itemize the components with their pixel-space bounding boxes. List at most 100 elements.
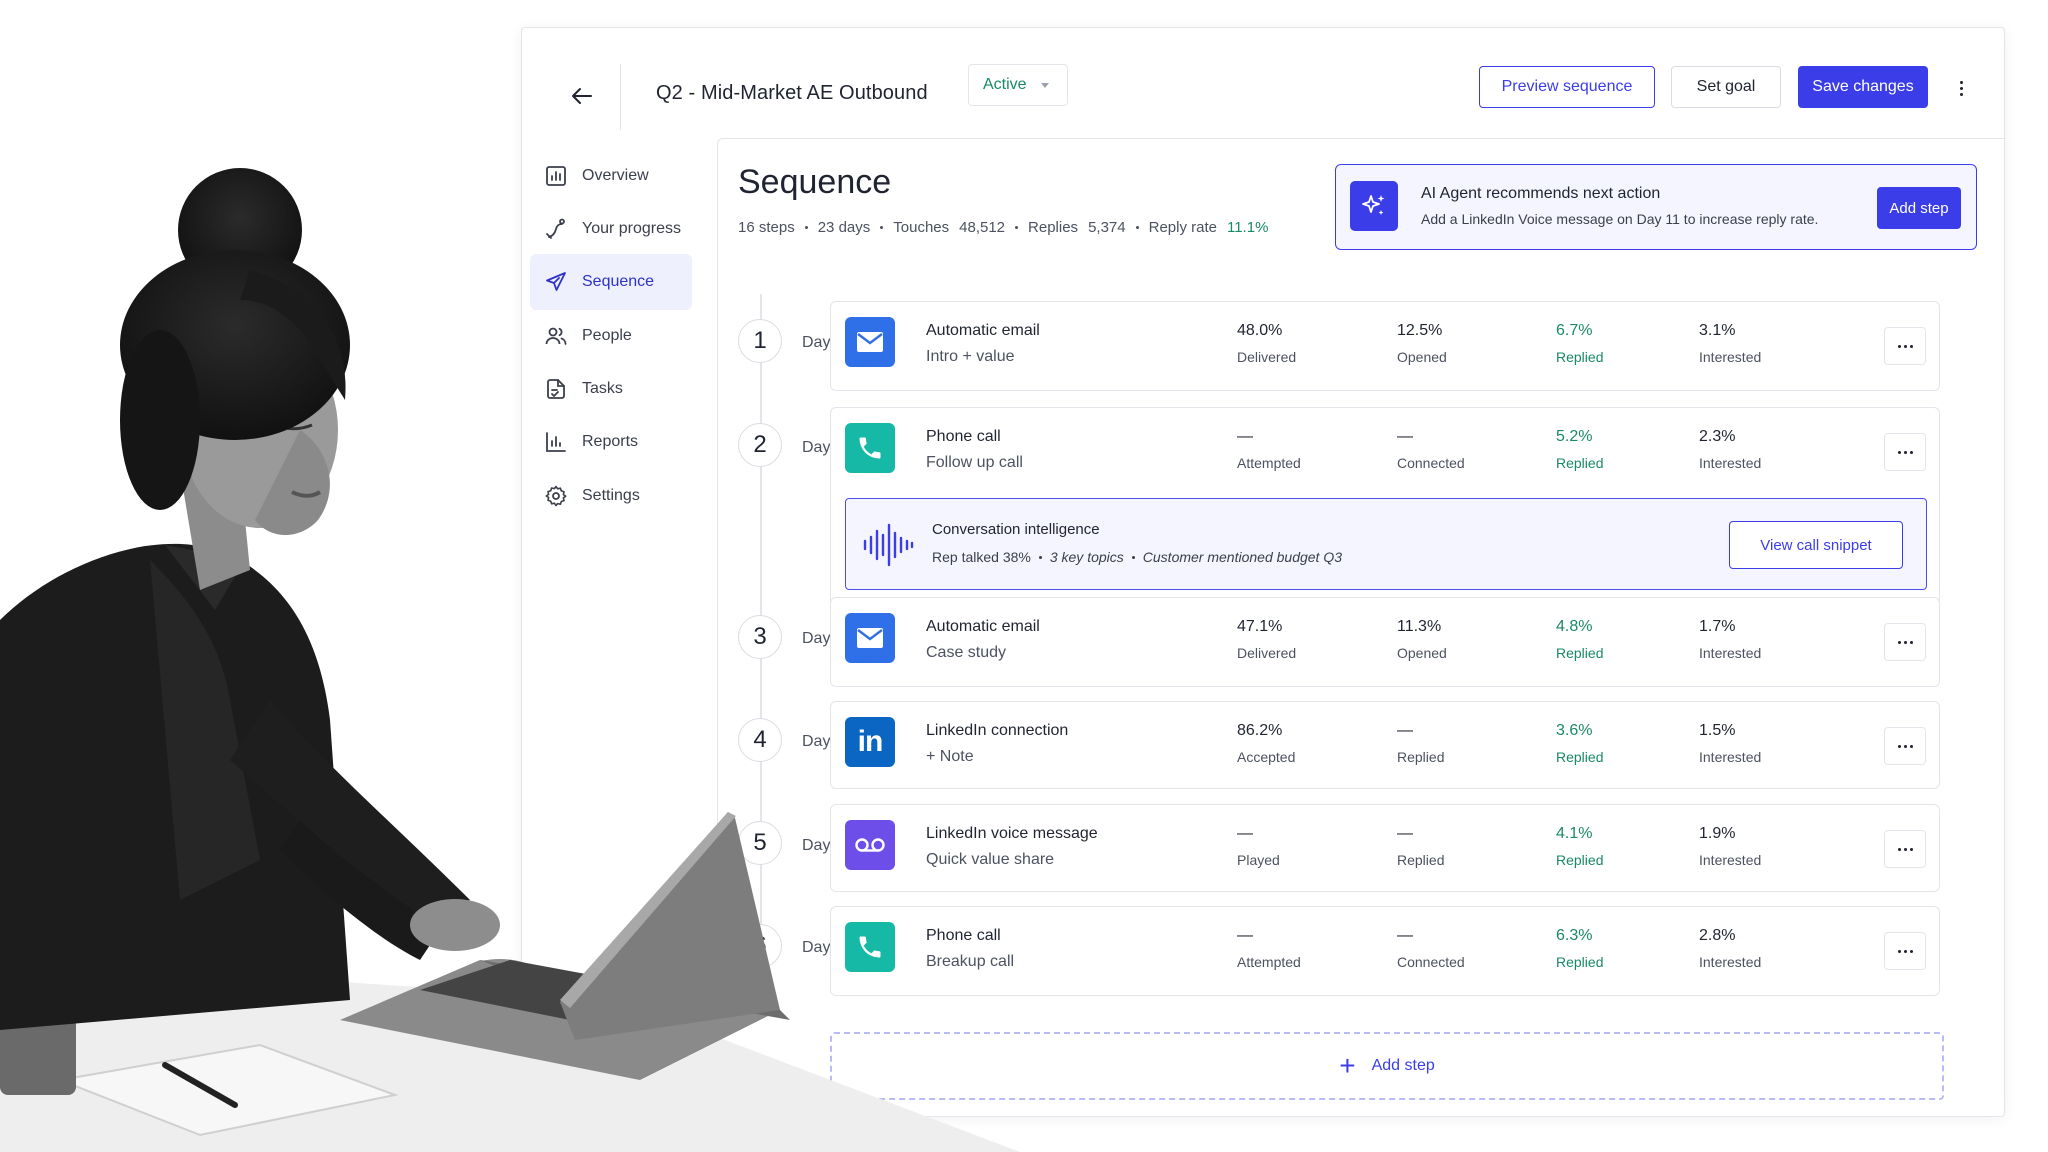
plus-icon: +: [1339, 1050, 1356, 1081]
step-number: 5: [738, 821, 782, 865]
sidebar-item-reports[interactable]: Reports: [530, 414, 692, 470]
more-options-icon[interactable]: [1946, 70, 1976, 106]
metric-replied: 4.8% Replied: [1556, 618, 1604, 661]
days-count: 23 days: [817, 219, 871, 236]
metric-replied: 3.6% Replied: [1556, 722, 1604, 765]
send-icon: [546, 272, 566, 291]
sequence-panel: Sequence 16 steps 23 days Touches 48,512…: [717, 138, 2005, 1118]
conversation-intelligence-box: Conversation intelligence Rep talked 38%…: [845, 498, 1927, 590]
save-changes-button[interactable]: Save changes: [1798, 66, 1928, 108]
voicemail-icon: [845, 820, 895, 870]
status-value: Active: [983, 76, 1027, 93]
metric: — Attempted: [1237, 428, 1301, 471]
step-number: 2: [738, 423, 782, 467]
metric-replied: 5.2% Replied: [1556, 428, 1604, 471]
reply-rate-value: 11.1%: [1226, 219, 1269, 236]
step-subtitle: + Note: [926, 748, 974, 765]
metric-replied: 6.7% Replied: [1556, 322, 1604, 365]
ci-summary: Rep talked 38% 3 key topics Customer men…: [932, 549, 1342, 565]
sidebar-item-overview[interactable]: Overview: [530, 148, 692, 204]
sidebar-item-label: Reports: [582, 433, 639, 450]
step-number: 6: [738, 924, 782, 968]
step-menu-button[interactable]: [1884, 932, 1926, 970]
sidebar-item-progress[interactable]: Your progress: [530, 201, 692, 257]
phone-icon: [845, 423, 895, 473]
ai-recommendation-card: AI Agent recommends next action Add a Li…: [1335, 164, 1977, 250]
app-window: Q2 - Mid-Market AE Outbound Active Previ…: [521, 27, 2005, 1118]
email-icon: [845, 613, 895, 663]
step-title: Phone call: [926, 927, 1001, 944]
touches-count: 48,512: [959, 219, 1006, 236]
tasks-icon: [547, 379, 565, 399]
ai-subtitle: Add a LinkedIn Voice message on Day 11 t…: [1421, 211, 1819, 227]
step-menu-button[interactable]: [1884, 830, 1926, 868]
step-card[interactable]: Phone call Follow up call — Attempted — Co…: [830, 407, 1940, 607]
step-number: 4: [738, 718, 782, 762]
ai-add-step-button[interactable]: Add step: [1877, 187, 1961, 229]
sidebar-item-label: Settings: [582, 487, 640, 504]
metric: 1.7% Interested: [1699, 618, 1762, 661]
step-menu-button[interactable]: [1884, 327, 1926, 365]
step-subtitle: Intro + value: [926, 348, 1015, 365]
view-call-snippet-button[interactable]: View call snippet: [1729, 521, 1903, 569]
metric-replied: 6.3% Replied: [1556, 927, 1604, 970]
bar-chart-icon: [546, 166, 566, 186]
top-bar: Q2 - Mid-Market AE Outbound Active Previ…: [522, 28, 2004, 138]
metric: 3.1% Interested: [1699, 322, 1762, 365]
step-title: Automatic email: [926, 322, 1040, 339]
step-title: Phone call: [926, 428, 1001, 445]
sidebar-item-sequence[interactable]: Sequence: [530, 254, 692, 310]
preview-sequence-button[interactable]: Preview sequence: [1479, 66, 1655, 108]
metric: 47.1% Delivered: [1237, 618, 1297, 661]
sidebar-item-people[interactable]: People: [530, 308, 692, 364]
reply-rate-label: Reply rate: [1148, 219, 1217, 236]
metric: — Connected: [1397, 428, 1465, 471]
step-card[interactable]: Automatic email Intro + value 48.0% Deliv…: [830, 301, 1940, 391]
ci-title: Conversation intelligence: [932, 521, 1100, 538]
sidebar-item-tasks[interactable]: Tasks: [530, 361, 692, 417]
step-number: 3: [738, 615, 782, 659]
gear-icon: [545, 485, 567, 507]
sidebar-item-label: Overview: [582, 167, 649, 184]
step-card[interactable]: Phone call Breakup call — Attempted — Conn…: [830, 906, 1940, 996]
metric: — Played: [1237, 825, 1280, 868]
step-subtitle: Follow up call: [926, 454, 1023, 471]
step-subtitle: Quick value share: [926, 851, 1055, 868]
back-button[interactable]: [562, 76, 602, 116]
step-title: Automatic email: [926, 618, 1040, 635]
step-title: LinkedIn voice message: [926, 825, 1098, 842]
ci-note: Customer mentioned budget Q3: [1142, 549, 1343, 565]
step-menu-button[interactable]: [1884, 433, 1926, 471]
metric: 12.5% Opened: [1397, 322, 1447, 365]
metric: 1.5% Interested: [1699, 722, 1762, 765]
status-dropdown[interactable]: Active: [968, 64, 1068, 106]
add-step-label: Add step: [1371, 1057, 1435, 1074]
metric: — Connected: [1397, 927, 1465, 970]
divider: [620, 64, 621, 130]
arrow-left-icon: [572, 88, 592, 104]
step-card[interactable]: LinkedIn voice message Quick value share…: [830, 804, 1940, 892]
people-icon: [545, 327, 567, 345]
sidebar-item-settings[interactable]: Settings: [530, 468, 692, 524]
step-card[interactable]: Automatic email Case study 47.1% Delivere…: [830, 597, 1940, 687]
step-card[interactable]: in LinkedIn connection + Note 86.2% Accep…: [830, 701, 1940, 789]
ai-title: AI Agent recommends next action: [1421, 185, 1661, 202]
metric: — Replied: [1397, 722, 1445, 765]
metric: 2.3% Interested: [1699, 428, 1762, 471]
step-menu-button[interactable]: [1884, 623, 1926, 661]
set-goal-button[interactable]: Set goal: [1671, 66, 1781, 108]
ci-topics: 3 key topics: [1049, 549, 1124, 565]
step-menu-button[interactable]: [1884, 727, 1926, 765]
metric: 48.0% Delivered: [1237, 322, 1297, 365]
sequence-stats: 16 steps 23 days Touches 48,512 Replies …: [738, 219, 1268, 236]
progress-icon: [546, 218, 565, 239]
step-subtitle: Breakup call: [926, 953, 1015, 970]
sparkle-icon: [1350, 181, 1398, 231]
steps-count: 16 steps: [738, 219, 795, 236]
step-number: 1: [738, 319, 782, 363]
metric: 11.3% Opened: [1397, 618, 1447, 661]
sidebar-item-label: Sequence: [582, 273, 655, 290]
add-step-button[interactable]: + Add step: [830, 1032, 1944, 1100]
email-icon: [845, 317, 895, 367]
sidebar-item-label: People: [582, 327, 632, 344]
